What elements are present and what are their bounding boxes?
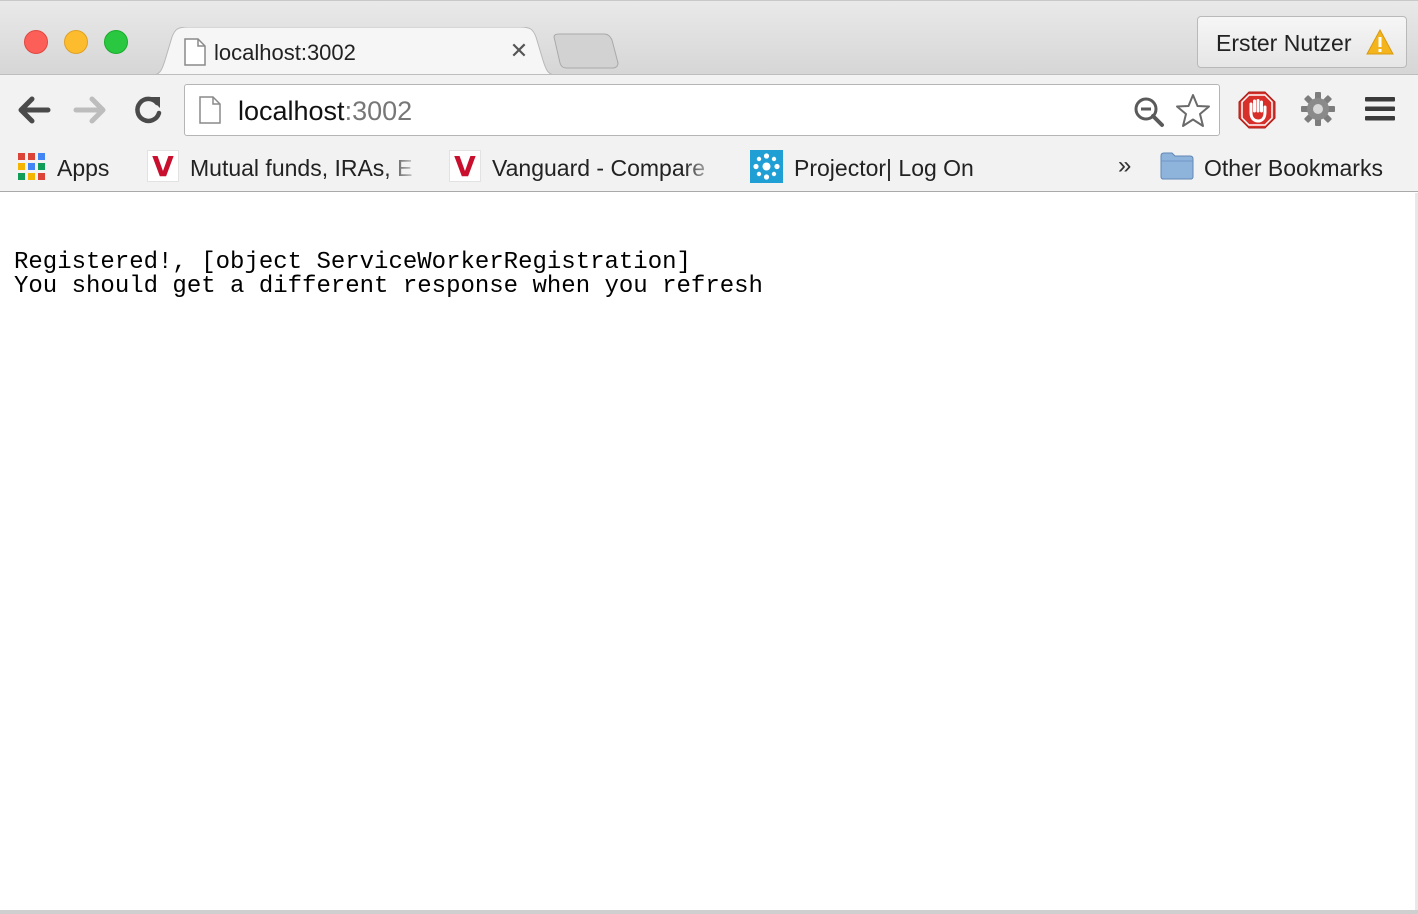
tab-strip: localhost:3002 ✕ Erster Nutzer bbox=[0, 0, 1418, 77]
close-tab-icon[interactable]: ✕ bbox=[508, 39, 530, 63]
page-text-line: Registered!, [object ServiceWorkerRegist… bbox=[14, 249, 691, 276]
url-text[interactable]: localhost:3002 bbox=[238, 96, 412, 127]
bookmark-label: Projector| Log On bbox=[794, 155, 974, 181]
bookmarks-overflow-chevron-icon[interactable]: » bbox=[1118, 152, 1131, 180]
zoom-icon[interactable] bbox=[1133, 96, 1165, 128]
address-bar[interactable]: localhost:3002 bbox=[184, 84, 1220, 136]
projector-icon bbox=[750, 150, 783, 183]
profile-button[interactable]: Erster Nutzer bbox=[1197, 16, 1407, 68]
close-window-button[interactable] bbox=[24, 30, 48, 54]
vanguard-v-icon: V bbox=[449, 150, 481, 183]
url-port: :3002 bbox=[344, 96, 413, 126]
reload-icon[interactable] bbox=[130, 93, 166, 127]
bookmark-apps[interactable]: Apps bbox=[16, 148, 126, 184]
bookmark-projector[interactable]: Projector| Log On bbox=[750, 148, 1000, 184]
back-arrow-icon[interactable] bbox=[16, 93, 52, 127]
bookmark-label: Apps bbox=[57, 155, 110, 181]
menu-icon[interactable] bbox=[1364, 95, 1396, 123]
apps-grid-icon bbox=[18, 153, 45, 180]
window-bottom-edge bbox=[0, 910, 1418, 914]
page-icon bbox=[184, 38, 206, 66]
folder-icon bbox=[1160, 152, 1194, 180]
adblock-icon[interactable] bbox=[1238, 91, 1276, 129]
toolbar: localhost:3002 bbox=[0, 74, 1418, 142]
page-content: Registered!, [object ServiceWorkerRegist… bbox=[0, 193, 1418, 914]
tab-title: localhost:3002 bbox=[214, 40, 356, 65]
bookmark-other-bookmarks[interactable]: Other Bookmarks bbox=[1160, 148, 1410, 184]
page-text: Registered!, [object ServiceWorkerRegist… bbox=[14, 251, 763, 299]
bookmark-label: Mutual funds, IRAs, E bbox=[190, 155, 413, 181]
bookmark-mutual-funds[interactable]: V Mutual funds, IRAs, E bbox=[146, 148, 426, 184]
bookmark-vanguard-compare[interactable]: V Vanguard - Compare bbox=[448, 148, 726, 184]
extension-gear-icon[interactable] bbox=[1300, 91, 1336, 127]
maximize-window-button[interactable] bbox=[104, 30, 128, 54]
tab-localhost[interactable]: localhost:3002 ✕ bbox=[148, 27, 560, 77]
new-tab-button[interactable] bbox=[552, 33, 620, 69]
profile-name: Erster Nutzer bbox=[1216, 30, 1352, 56]
bookmark-label: Other Bookmarks bbox=[1204, 155, 1383, 181]
bookmarks-bar: Apps V Mutual funds, IRAs, E V Vanguard … bbox=[0, 142, 1418, 192]
page-icon bbox=[199, 96, 221, 124]
page-text-line: You should get a different response when… bbox=[14, 273, 763, 300]
bookmark-label: Vanguard - Compare bbox=[492, 155, 706, 181]
minimize-window-button[interactable] bbox=[64, 30, 88, 54]
star-icon[interactable] bbox=[1175, 93, 1211, 129]
vanguard-v-icon: V bbox=[147, 150, 179, 183]
warning-icon bbox=[1366, 29, 1394, 55]
forward-arrow-icon[interactable] bbox=[72, 93, 108, 127]
browser-window: localhost:3002 ✕ Erster Nutzer localhost… bbox=[0, 0, 1418, 914]
url-host: localhost bbox=[238, 96, 345, 126]
